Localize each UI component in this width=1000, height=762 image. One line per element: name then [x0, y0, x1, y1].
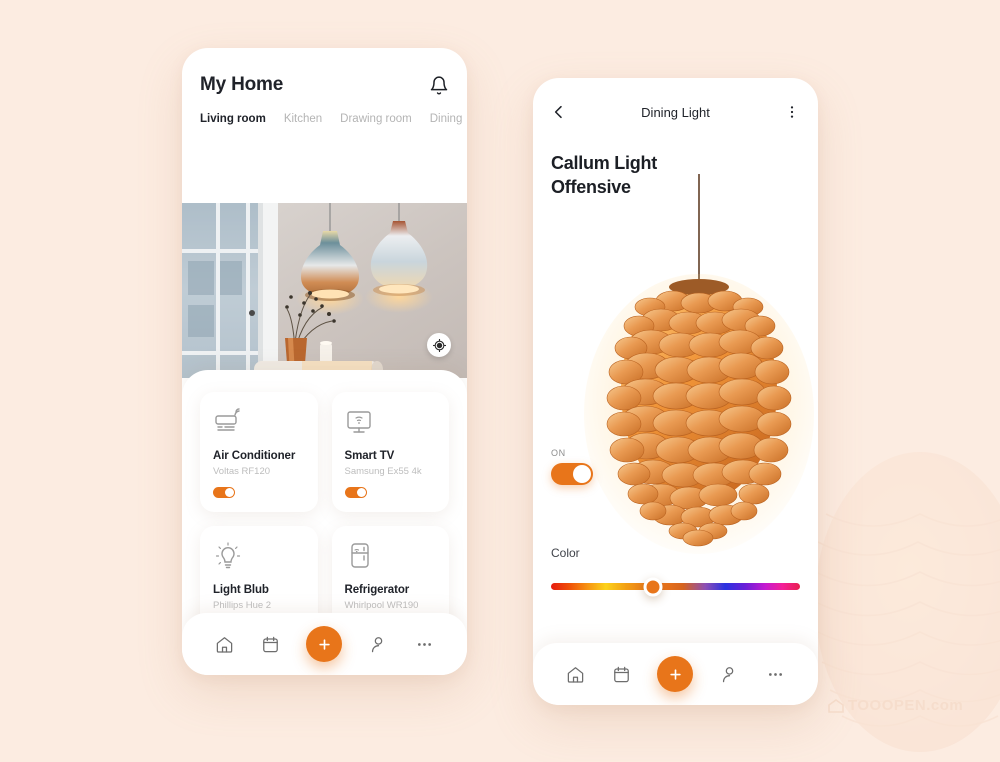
power-control: ON — [551, 448, 593, 485]
more-dots-icon[interactable] — [766, 665, 785, 684]
kebab-menu-icon[interactable] — [784, 104, 800, 120]
add-button[interactable] — [306, 626, 343, 662]
device-name: Air Conditioner — [213, 450, 296, 462]
device-card-air-conditioner[interactable]: Air Conditioner Voltas RF120 — [200, 392, 318, 512]
color-slider-track[interactable] — [551, 577, 800, 596]
smart-tv-icon — [345, 407, 437, 439]
chevron-left-icon[interactable] — [551, 104, 567, 120]
device-model: Samsung Ex55 4k — [344, 466, 422, 477]
locate-button[interactable] — [427, 333, 451, 357]
power-label: ON — [551, 448, 566, 458]
device-card-smart-tv[interactable]: Smart TV Samsung Ex55 4k — [331, 392, 449, 512]
detail-title: Dining Light — [641, 104, 710, 120]
tab-living-room[interactable]: Living room — [200, 113, 266, 125]
calendar-icon[interactable] — [612, 665, 631, 684]
tab-drawing-room[interactable]: Drawing room — [340, 113, 412, 125]
color-control: Color — [551, 546, 800, 596]
watermark: TOOOPEN.com — [828, 697, 963, 714]
detail-header: Dining Light — [533, 78, 818, 120]
device-toggle[interactable] — [213, 487, 235, 498]
air-conditioner-icon — [213, 407, 305, 439]
refrigerator-icon — [345, 541, 437, 573]
product-image-pinecone-lamp — [533, 174, 818, 604]
tab-kitchen[interactable]: Kitchen — [284, 113, 322, 125]
person-icon[interactable] — [720, 665, 739, 684]
device-model: Whirlpool WR190 — [344, 600, 419, 611]
device-name: Light Blub — [213, 584, 269, 596]
locate-target-icon — [432, 338, 446, 352]
device-toggle[interactable] — [344, 487, 367, 498]
person-icon[interactable] — [369, 635, 388, 654]
device-grid: Air Conditioner Voltas RF120 Smart TV Sa… — [200, 392, 449, 646]
device-model: Phillips Hue 2 — [213, 600, 272, 611]
room-tabs: Living room Kitchen Drawing room Dining — [200, 113, 462, 127]
device-model: Voltas RF120 — [213, 466, 271, 477]
page-title: My Home — [200, 74, 284, 95]
product-title: Callum Light Offensive — [551, 153, 657, 197]
device-name: Smart TV — [344, 450, 395, 462]
plus-icon — [670, 668, 681, 680]
calendar-icon[interactable] — [261, 635, 280, 654]
left-phone-screen: My Home Living room Kitchen Drawing room… — [182, 48, 467, 675]
color-slider-knob[interactable] — [643, 577, 663, 596]
home-icon[interactable] — [566, 665, 585, 684]
color-label: Color — [551, 546, 580, 560]
background-pinecone-decoration — [815, 452, 1000, 752]
tab-dining[interactable]: Dining — [430, 113, 463, 125]
device-name: Refrigerator — [344, 584, 410, 596]
right-phone-screen: Dining Light Callum Light Offensive ON C… — [533, 78, 818, 705]
watermark-text: TOOOPEN.com — [848, 697, 964, 714]
light-bulb-icon — [213, 541, 305, 573]
left-bottom-nav — [182, 613, 467, 675]
more-dots-icon[interactable] — [415, 635, 434, 654]
home-header: My Home Living room Kitchen Drawing room… — [182, 48, 467, 127]
plus-icon — [319, 638, 330, 650]
home-title-row: My Home — [200, 74, 449, 96]
watermark-logo-icon — [828, 698, 844, 713]
add-button[interactable] — [657, 656, 694, 692]
home-icon[interactable] — [215, 635, 234, 654]
hero-room-image[interactable] — [182, 203, 467, 378]
right-bottom-nav — [533, 643, 818, 705]
power-toggle[interactable] — [551, 463, 593, 485]
bell-icon[interactable] — [429, 75, 449, 96]
